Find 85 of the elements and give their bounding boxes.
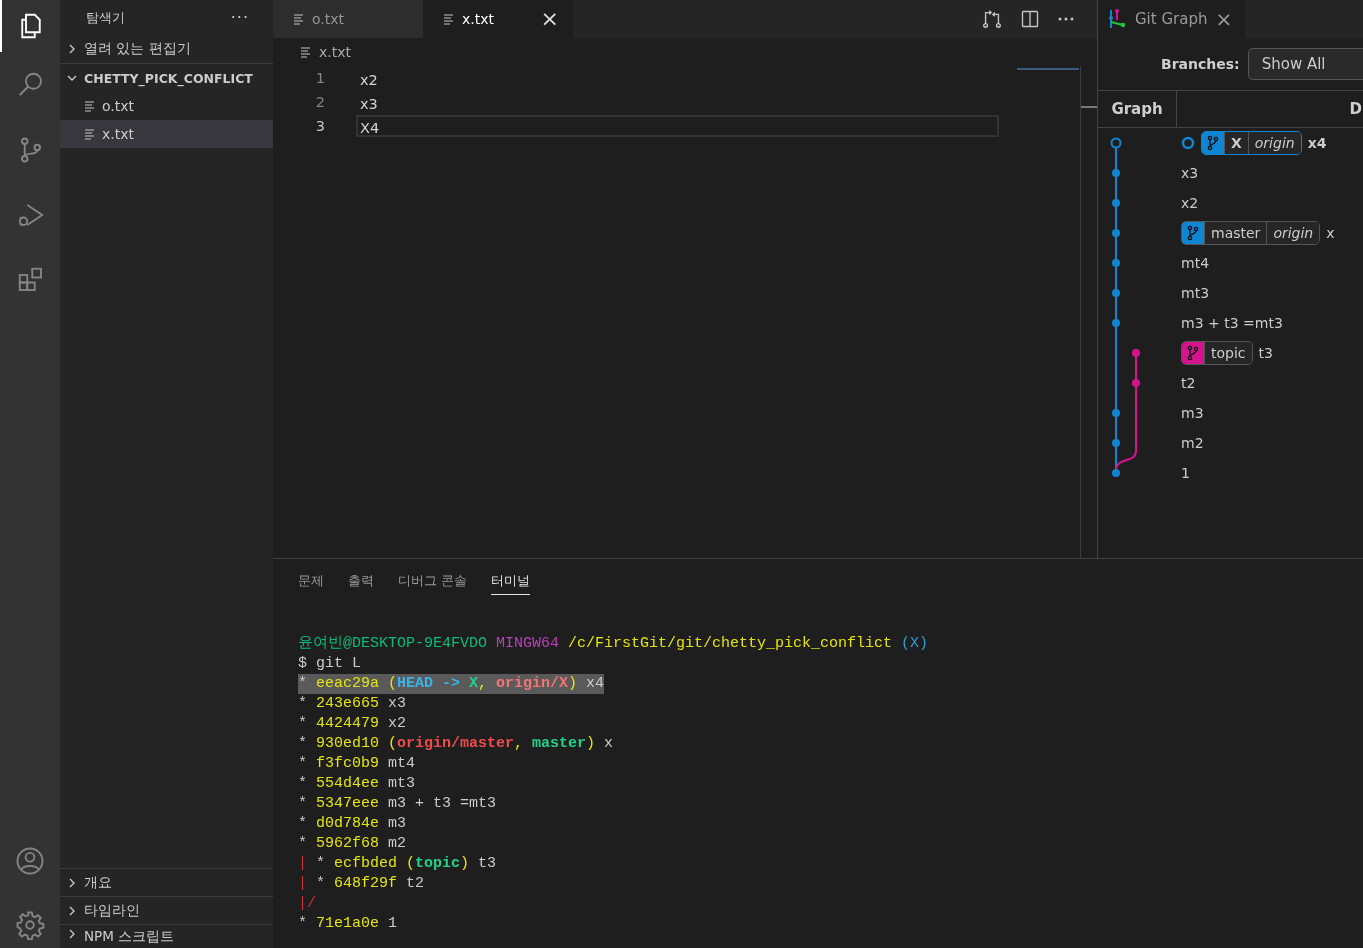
commit-node[interactable] — [1132, 379, 1140, 387]
commit-node[interactable] — [1112, 289, 1120, 297]
git-graph-icon — [1107, 8, 1127, 30]
commit-node[interactable] — [1112, 409, 1120, 417]
branch-icon — [1186, 345, 1200, 361]
commit-message: m3 + t3 =mt3 — [1181, 315, 1283, 331]
commit-message: m2 — [1181, 435, 1204, 451]
terminal-line: * 554d4ee mt3 — [298, 774, 416, 794]
panel-tab[interactable]: 출력 — [348, 567, 374, 595]
code-line: x3 — [359, 95, 379, 113]
section-header[interactable]: 개요 — [60, 868, 273, 896]
commit-node[interactable] — [1112, 319, 1120, 327]
panel-tab[interactable]: 터미널 — [491, 567, 531, 595]
editor-tab[interactable]: Git Graph × — [1098, 0, 1245, 38]
panel-tab[interactable]: 디버그 콘솔 — [398, 567, 468, 595]
compare-changes-icon[interactable] — [981, 8, 1003, 30]
terminal-line: * d0d784e m3 — [298, 814, 407, 834]
section-header[interactable]: 타임라인 — [60, 896, 273, 924]
line-number: 1 — [314, 70, 325, 86]
commit-node[interactable] — [1112, 469, 1120, 477]
terminal-line: 윤여빈@DESKTOP-9E4FVDO MINGW64 /c/FirstGit/git/chetty_pick_conflict (X) — [298, 634, 929, 654]
breadcrumb-item[interactable]: x.txt — [319, 44, 351, 60]
commit-node[interactable] — [1110, 137, 1122, 149]
more-actions-button[interactable]: ··· — [230, 8, 249, 27]
column-header: Graph — [1098, 91, 1177, 127]
terminal-line: |/ — [298, 894, 316, 914]
editor-tab[interactable]: o.txt — [273, 0, 423, 38]
close-tab-button[interactable]: × — [1215, 7, 1233, 31]
head-marker-icon — [1181, 136, 1195, 150]
terminal-line: | * 648f29f t2 — [298, 874, 425, 894]
file-icon — [84, 100, 96, 112]
branches-label: Branches: — [1161, 56, 1240, 72]
commit-message: x — [1326, 225, 1335, 241]
commit-message: mt4 — [1181, 255, 1210, 271]
commit-message: x3 — [1181, 165, 1199, 181]
section-header[interactable]: CHETTY_PICK_CONFLICT — [60, 63, 273, 92]
file-icon — [84, 128, 96, 140]
section-header[interactable]: 열려 있는 편집기 — [60, 35, 273, 63]
terminal-line: * 5347eee m3 + t3 =mt3 — [298, 794, 497, 814]
commit-node[interactable] — [1112, 259, 1120, 267]
commit-node[interactable] — [1112, 229, 1120, 237]
branch-icon — [1206, 135, 1220, 151]
file-icon — [300, 46, 312, 58]
terminal-line: $ git L — [298, 654, 361, 674]
file-icon — [293, 13, 305, 25]
commit-message: x2 — [1181, 195, 1199, 211]
sidebar-title: 탐색기 — [86, 8, 125, 27]
settings-icon[interactable] — [15, 910, 45, 940]
file-item[interactable]: o.txt — [60, 92, 273, 120]
file-item[interactable]: x.txt — [60, 120, 273, 148]
split-editor-icon[interactable] — [1020, 9, 1040, 29]
terminal-line: * 5962f68 m2 — [298, 834, 407, 854]
branch-label[interactable]: master origin — [1181, 221, 1321, 245]
terminal-line: * f3fc0b9 mt4 — [298, 754, 416, 774]
terminal-line: * 71e1a0e 1 — [298, 914, 398, 934]
code-line: x2 — [359, 71, 379, 89]
branch-label[interactable]: topic — [1181, 341, 1253, 365]
panel-tab[interactable]: 문제 — [298, 567, 324, 595]
commit-message: x4 — [1307, 135, 1327, 151]
branches-dropdown[interactable]: Show All — [1247, 48, 1363, 80]
column-header: D — [1348, 99, 1362, 120]
terminal-line: | * ecfbded (topic) t3 — [298, 854, 497, 874]
commit-node[interactable] — [1112, 169, 1120, 177]
commit-message: 1 — [1181, 465, 1190, 481]
section-header[interactable]: NPM 스크립트 — [60, 924, 273, 948]
commit-message: t2 — [1181, 375, 1196, 391]
terminal-line: * 930ed10 (origin/master, master) x — [298, 734, 614, 754]
branch-icon — [1186, 225, 1200, 241]
terminal-line: * 4424479 x2 — [298, 714, 407, 734]
terminal-line: * 243e665 x3 — [298, 694, 407, 714]
line-number: 2 — [314, 94, 325, 110]
commit-message: t3 — [1258, 345, 1273, 361]
commit-node[interactable] — [1132, 349, 1140, 357]
file-icon — [443, 13, 455, 25]
close-tab-button[interactable]: × — [540, 8, 559, 30]
branch-label[interactable]: X origin — [1201, 131, 1302, 155]
minimap-line — [1017, 68, 1079, 70]
account-icon[interactable] — [15, 846, 45, 876]
commit-node[interactable] — [1112, 439, 1120, 447]
commit-message: m3 — [1181, 405, 1204, 421]
more-icon[interactable] — [1057, 16, 1075, 22]
line-number: 3 — [314, 118, 325, 134]
commit-message: mt3 — [1181, 285, 1210, 301]
editor-tab[interactable]: x.txt × — [423, 0, 573, 38]
commit-node[interactable] — [1112, 199, 1120, 207]
